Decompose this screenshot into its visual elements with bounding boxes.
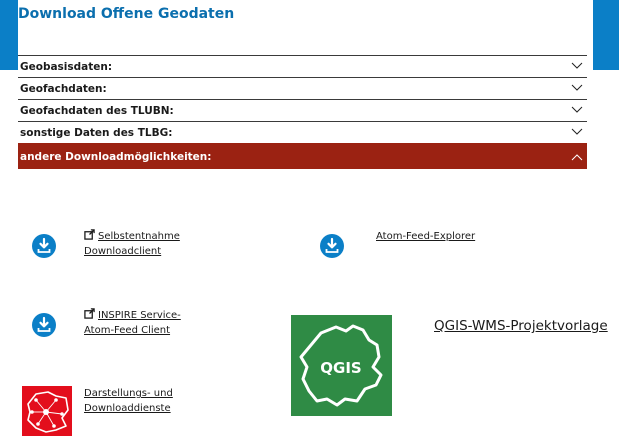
accordion-geofachdaten[interactable]: Geofachdaten: — [18, 77, 587, 99]
external-link-icon — [84, 229, 95, 240]
page-title: Download Offene Geodaten — [18, 6, 235, 22]
accordion-label: Geofachdaten: — [20, 83, 107, 95]
inspire-line2: Atom-Feed Client — [84, 325, 171, 336]
accordion-andere-downloadmoeglichkeiten[interactable]: andere Downloadmöglichkeiten: — [18, 143, 587, 169]
accordion-label: Geofachdaten des TLUBN: — [20, 105, 174, 117]
accordion-sonstige-daten-tlbg[interactable]: sonstige Daten des TLBG: — [18, 121, 587, 143]
qgis-wms-projektvorlage-link[interactable]: QGIS-WMS-Projektvorlage — [434, 318, 608, 334]
chevron-down-icon — [571, 128, 583, 135]
download-circle-icon[interactable] — [320, 234, 344, 258]
qgis-logo-text: QGIS — [320, 359, 361, 377]
accordion-geofachdaten-tlubn[interactable]: Geofachdaten des TLUBN: — [18, 99, 587, 121]
accordion-label: sonstige Daten des TLBG: — [20, 127, 173, 139]
download-accordion: Geobasisdaten: Geofachdaten: Geofachdate… — [18, 55, 587, 169]
darstellung-line1: Darstellungs- und — [84, 388, 173, 399]
chevron-down-icon — [571, 62, 583, 69]
header-accent-left — [0, 0, 18, 70]
atom-explorer-label: Atom-Feed-Explorer — [376, 231, 476, 242]
header-accent-right — [593, 0, 619, 70]
network-map-icon[interactable] — [22, 386, 72, 436]
download-circle-icon[interactable] — [32, 313, 56, 337]
darstellungs-und-downloaddienste-link[interactable]: Darstellungs- und Downloaddienste — [84, 386, 173, 416]
accordion-geobasisdaten[interactable]: Geobasisdaten: — [18, 55, 587, 77]
selbstentnahme-line2: Downloadclient — [84, 246, 162, 257]
download-circle-icon[interactable] — [32, 234, 56, 258]
chevron-down-icon — [571, 84, 583, 91]
atom-feed-explorer-link[interactable]: Atom-Feed-Explorer — [376, 229, 475, 244]
qgis-label: QGIS-WMS-Projektvorlage — [434, 318, 608, 334]
chevron-up-icon — [571, 154, 583, 161]
darstellung-line2: Downloaddienste — [84, 403, 171, 414]
accordion-label: Geobasisdaten: — [20, 61, 113, 73]
selbstentnahme-downloadclient-link[interactable]: Selbstentnahme Downloadclient — [84, 229, 180, 259]
chevron-down-icon — [571, 106, 583, 113]
network-outline-icon — [27, 391, 69, 433]
accordion-label: andere Downloadmöglichkeiten: — [20, 151, 212, 163]
selbstentnahme-line1: Selbstentnahme — [98, 231, 180, 242]
qgis-logo-icon[interactable]: QGIS — [291, 315, 392, 416]
thuringia-outline-icon: QGIS — [299, 324, 383, 407]
inspire-line1: INSPIRE Service- — [98, 310, 181, 321]
inspire-atom-feed-client-link[interactable]: INSPIRE Service- Atom-Feed Client — [84, 308, 181, 338]
external-link-icon — [84, 308, 95, 319]
